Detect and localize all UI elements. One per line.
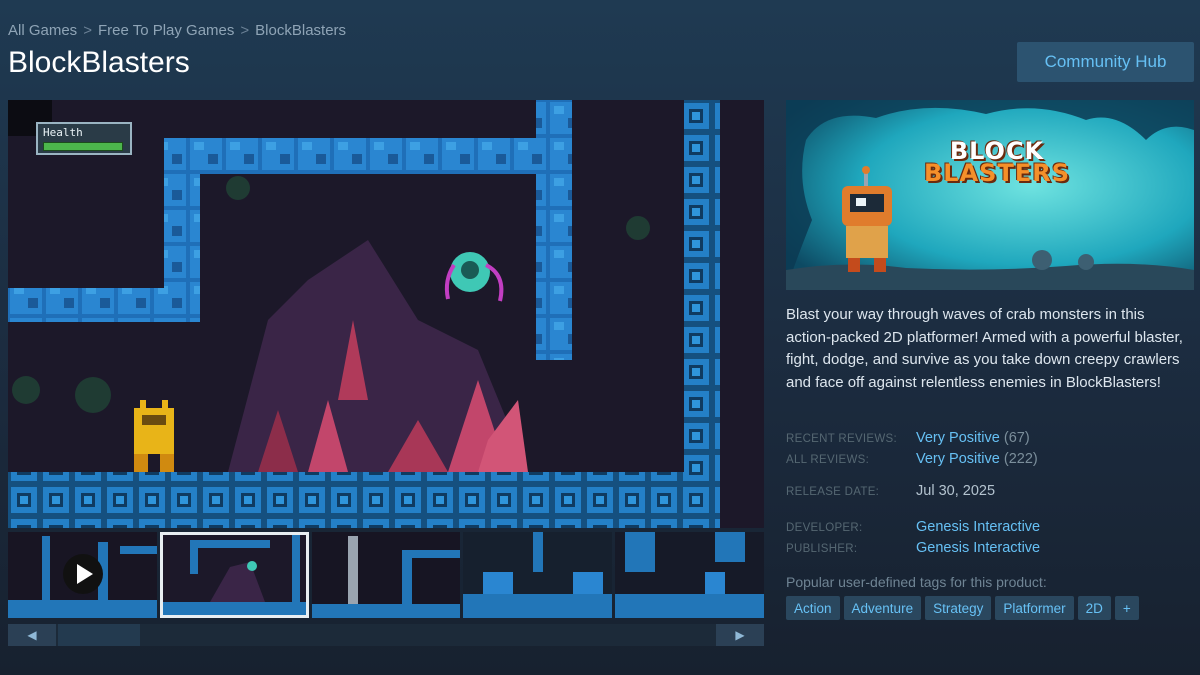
header-capsule-image: BLOCK BLASTERS xyxy=(786,100,1194,290)
developer-label: DEVELOPER: xyxy=(786,522,863,534)
tag-adventure[interactable]: Adventure xyxy=(843,596,922,620)
main-media-viewer[interactable]: Health xyxy=(8,100,764,528)
capsule-art xyxy=(786,100,1194,290)
breadcrumb: All Games > Free To Play Games > BlockBl… xyxy=(8,22,346,39)
health-label: Health xyxy=(43,126,83,139)
breadcrumb-separator: > xyxy=(240,22,250,39)
thumbnail-image xyxy=(311,532,461,618)
breadcrumb-current-game[interactable]: BlockBlasters xyxy=(255,22,346,39)
scroll-right-icon[interactable]: ▶ xyxy=(716,624,764,646)
tag-2d[interactable]: 2D xyxy=(1077,596,1111,620)
recent-reviews-count: (67) xyxy=(1003,430,1030,446)
health-bar xyxy=(43,142,123,151)
community-hub-button[interactable]: Community Hub xyxy=(1017,42,1194,82)
thumbnail-screenshot-3[interactable] xyxy=(311,532,461,618)
publisher-label: PUBLISHER: xyxy=(786,543,858,555)
all-reviews-summary[interactable]: Very Positive (222) xyxy=(916,451,1038,467)
tag-strategy[interactable]: Strategy xyxy=(925,596,992,620)
tag-more-button[interactable]: + xyxy=(1114,596,1139,620)
page-title: BlockBlasters xyxy=(8,46,190,79)
thumbnail-screenshot-5[interactable] xyxy=(615,532,764,618)
breadcrumb-separator: > xyxy=(83,22,92,39)
thumbnail-screenshot-4[interactable] xyxy=(463,532,613,618)
developer-link[interactable]: Genesis Interactive xyxy=(916,519,1040,535)
breadcrumb-all-games[interactable]: All Games xyxy=(8,22,77,39)
capsule-logo: BLOCK BLASTERS xyxy=(924,139,1070,187)
thumbnail-image xyxy=(615,532,764,618)
release-date-label: RELEASE DATE: xyxy=(786,486,880,498)
capsule-title-line2: BLASTERS xyxy=(924,159,1070,187)
breadcrumb-free-to-play[interactable]: Free To Play Games xyxy=(98,22,234,39)
recent-reviews-summary[interactable]: Very Positive (67) xyxy=(916,430,1030,446)
recent-reviews-label: RECENT REVIEWS: xyxy=(786,433,897,445)
thumbnail-screenshot-2[interactable] xyxy=(159,532,309,618)
gameplay-screenshot xyxy=(8,100,764,528)
release-date-value: Jul 30, 2025 xyxy=(916,483,996,499)
thumbnail-strip xyxy=(8,532,764,620)
thumbnail-image xyxy=(159,532,309,618)
all-reviews-value[interactable]: Very Positive xyxy=(916,451,1000,467)
game-description: Blast your way through waves of crab mon… xyxy=(786,306,1183,391)
tag-platformer[interactable]: Platformer xyxy=(995,596,1074,620)
health-hud: Health xyxy=(36,122,132,155)
publisher-link[interactable]: Genesis Interactive xyxy=(916,540,1040,556)
recent-reviews-value[interactable]: Very Positive xyxy=(916,430,1000,446)
all-reviews-count: (222) xyxy=(1003,451,1038,467)
tag-action[interactable]: Action xyxy=(786,596,840,620)
thumbnail-video[interactable] xyxy=(8,532,157,618)
thumbnail-image xyxy=(463,532,613,618)
thumbnail-scrollbar[interactable]: ◀ ▶ xyxy=(8,624,764,646)
play-icon xyxy=(63,554,103,594)
tag-list: Action Adventure Strategy Platformer 2D … xyxy=(786,596,1139,620)
scrollbar-handle[interactable] xyxy=(58,624,140,646)
scroll-left-icon[interactable]: ◀ xyxy=(8,624,56,646)
all-reviews-label: ALL REVIEWS: xyxy=(786,454,870,466)
tags-label: Popular user-defined tags for this produ… xyxy=(786,574,1047,590)
